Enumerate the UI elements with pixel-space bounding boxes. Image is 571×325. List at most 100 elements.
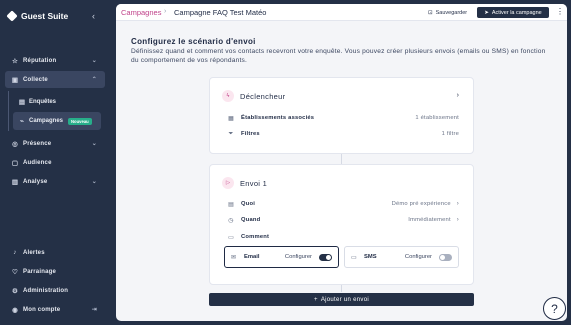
sidebar-item-reputation[interactable]: ☆ Réputation ⌄ bbox=[5, 52, 105, 69]
breadcrumb-campagnes[interactable]: Campagnes bbox=[121, 8, 161, 17]
survey-icon: ▤ bbox=[18, 99, 26, 106]
chart-icon: ▥ bbox=[11, 178, 19, 186]
row-value: 1 filtre bbox=[441, 131, 459, 137]
breadcrumb-separator-icon: › bbox=[164, 7, 167, 15]
add-send-label: Ajouter un envoi bbox=[320, 296, 369, 303]
breadcrumb-current: Campagne FAQ Test Matéo bbox=[174, 8, 267, 17]
trigger-row-establishments[interactable]: ▦ Établissements associés 1 établissemen… bbox=[227, 113, 459, 123]
logo-icon bbox=[6, 10, 18, 22]
top-bar: Campagnes › Campagne FAQ Test Matéo ⊡ Sa… bbox=[116, 4, 567, 21]
save-button-label: Sauvegarder bbox=[435, 9, 468, 16]
sidebar-item-audience[interactable]: ▢ Audience bbox=[5, 154, 105, 171]
send-title: Envoi 1 bbox=[240, 178, 268, 188]
row-label: Comment bbox=[241, 234, 270, 240]
channel-name: SMS bbox=[364, 254, 377, 260]
add-send-button[interactable]: + Ajouter un envoi bbox=[209, 293, 474, 306]
sidebar-item-campagnes[interactable]: ⌁ Campagnes Nouveau bbox=[13, 112, 101, 130]
audience-icon: ▢ bbox=[11, 159, 19, 167]
channel-email[interactable]: ✉ Email Configurer bbox=[224, 246, 339, 268]
chevron-right-icon: › bbox=[456, 217, 459, 223]
sidebar-item-label: Collecte bbox=[23, 76, 48, 83]
inbox-icon: ▣ bbox=[11, 76, 19, 84]
sidebar-item-label: Administration bbox=[23, 287, 69, 294]
trigger-header: ϟ Déclencheur bbox=[222, 90, 285, 102]
sidebar: Guest Suite ‹ ☆ Réputation ⌄ ▣ Collecte … bbox=[0, 0, 113, 325]
clock-icon: ◷ bbox=[228, 217, 234, 224]
sidebar-item-label: Campagnes bbox=[29, 118, 64, 124]
chat-icon: ▭ bbox=[228, 234, 234, 241]
sidebar-item-label: Mon compte bbox=[23, 306, 61, 313]
sidebar-item-label: Analyse bbox=[23, 178, 48, 185]
lightning-icon: ϟ bbox=[222, 90, 234, 102]
row-label: Quoi bbox=[241, 201, 256, 207]
logout-icon[interactable]: ⇥ bbox=[92, 306, 97, 313]
sidebar-item-label: Parrainage bbox=[23, 268, 57, 275]
email-toggle[interactable] bbox=[319, 253, 332, 261]
row-value: Démo pré expérience bbox=[391, 201, 451, 207]
new-badge: Nouveau bbox=[68, 117, 92, 125]
sidebar-item-analyse[interactable]: ▥ Analyse ⌄ bbox=[5, 173, 105, 190]
channel-name: Email bbox=[244, 254, 260, 260]
trigger-card[interactable]: ϟ Déclencheur › ▦ Établissements associé… bbox=[209, 77, 474, 154]
trigger-row-filters[interactable]: ⏷ Filtres 1 filtre bbox=[227, 129, 459, 139]
sidebar-item-collecte[interactable]: ▣ Collecte ⌃ bbox=[5, 71, 105, 88]
star-icon: ☆ bbox=[11, 57, 19, 65]
brand-logo[interactable]: Guest Suite bbox=[6, 10, 69, 22]
send-row-quand[interactable]: ◷ Quand Immédiatement › bbox=[227, 215, 459, 225]
configure-link[interactable]: Configurer bbox=[285, 254, 312, 260]
row-value: 1 établissement bbox=[415, 115, 459, 121]
row-label: Établissements associés bbox=[241, 115, 315, 121]
save-icon: ⊡ bbox=[428, 9, 433, 16]
configure-link[interactable]: Configurer bbox=[405, 254, 432, 260]
sidebar-item-label: Audience bbox=[23, 159, 52, 166]
channel-sms[interactable]: ▭ SMS Configurer bbox=[344, 246, 459, 268]
send-row-comment: ▭ Comment bbox=[227, 232, 459, 242]
building-icon: ▦ bbox=[228, 115, 234, 122]
referral-icon: ♡ bbox=[11, 268, 19, 276]
send-row-quoi[interactable]: ▤ Quoi Démo pré expérience › bbox=[227, 199, 459, 209]
mail-icon: ✉ bbox=[231, 254, 237, 261]
campaign-icon: ⌁ bbox=[20, 118, 24, 125]
sidebar-item-label: Réputation bbox=[23, 57, 57, 64]
save-button[interactable]: ⊡ Sauvegarder bbox=[423, 7, 472, 18]
chevron-down-icon: ⌄ bbox=[91, 179, 97, 185]
page-description: Définissez quand et comment vos contacts… bbox=[131, 48, 546, 64]
send-header: ▷ Envoi 1 bbox=[222, 177, 267, 189]
location-icon: ◎ bbox=[12, 140, 18, 148]
chevron-left-icon[interactable]: ‹ bbox=[92, 11, 95, 21]
chevron-up-icon: ⌃ bbox=[91, 77, 97, 83]
sidebar-item-label: Enquêtes bbox=[29, 99, 57, 105]
chevron-right-icon[interactable]: › bbox=[457, 92, 459, 99]
row-value: Immédiatement bbox=[408, 217, 451, 223]
chevron-down-icon: ⌄ bbox=[91, 141, 97, 147]
row-label: Quand bbox=[241, 217, 261, 223]
row-label: Filtres bbox=[241, 131, 260, 137]
sms-toggle[interactable] bbox=[439, 253, 452, 261]
page-title: Configurez le scénario d'envoi bbox=[131, 37, 256, 46]
gear-icon: ⚙ bbox=[11, 287, 19, 295]
sidebar-item-label: Alertes bbox=[23, 249, 45, 256]
send-icon: ➤ bbox=[484, 9, 489, 16]
sidebar-item-administration[interactable]: ⚙ Administration bbox=[5, 282, 105, 299]
filter-icon: ⏷ bbox=[228, 130, 234, 137]
chevron-right-icon: › bbox=[456, 201, 459, 207]
bell-icon: ♪ bbox=[13, 249, 17, 256]
activate-campaign-button[interactable]: ➤ Activer la campagne bbox=[477, 7, 549, 18]
brand-name: Guest Suite bbox=[21, 11, 69, 21]
chevron-down-icon: ⌄ bbox=[91, 58, 97, 64]
help-button[interactable]: ? bbox=[543, 297, 566, 320]
document-icon: ▤ bbox=[228, 201, 234, 208]
trigger-title: Déclencheur bbox=[240, 91, 286, 101]
main-panel: Campagnes › Campagne FAQ Test Matéo ⊡ Sa… bbox=[116, 4, 567, 321]
activate-button-label: Activer la campagne bbox=[491, 9, 542, 16]
sidebar-item-presence[interactable]: ◎ Présence ⌄ bbox=[5, 135, 105, 152]
more-options-icon[interactable]: ⋮ bbox=[556, 7, 564, 16]
plus-icon: + bbox=[314, 296, 318, 303]
user-icon: ◉ bbox=[12, 306, 18, 314]
sms-icon: ▭ bbox=[351, 254, 357, 261]
sidebar-item-parrainage[interactable]: ♡ Parrainage bbox=[5, 263, 105, 280]
sidebar-item-enquetes[interactable]: ▤ Enquêtes bbox=[13, 93, 101, 111]
submenu-line bbox=[8, 91, 9, 131]
sidebar-item-alertes[interactable]: ♪ Alertes bbox=[5, 244, 105, 261]
sidebar-item-mon-compte[interactable]: ◉ Mon compte ⇥ bbox=[5, 301, 105, 318]
